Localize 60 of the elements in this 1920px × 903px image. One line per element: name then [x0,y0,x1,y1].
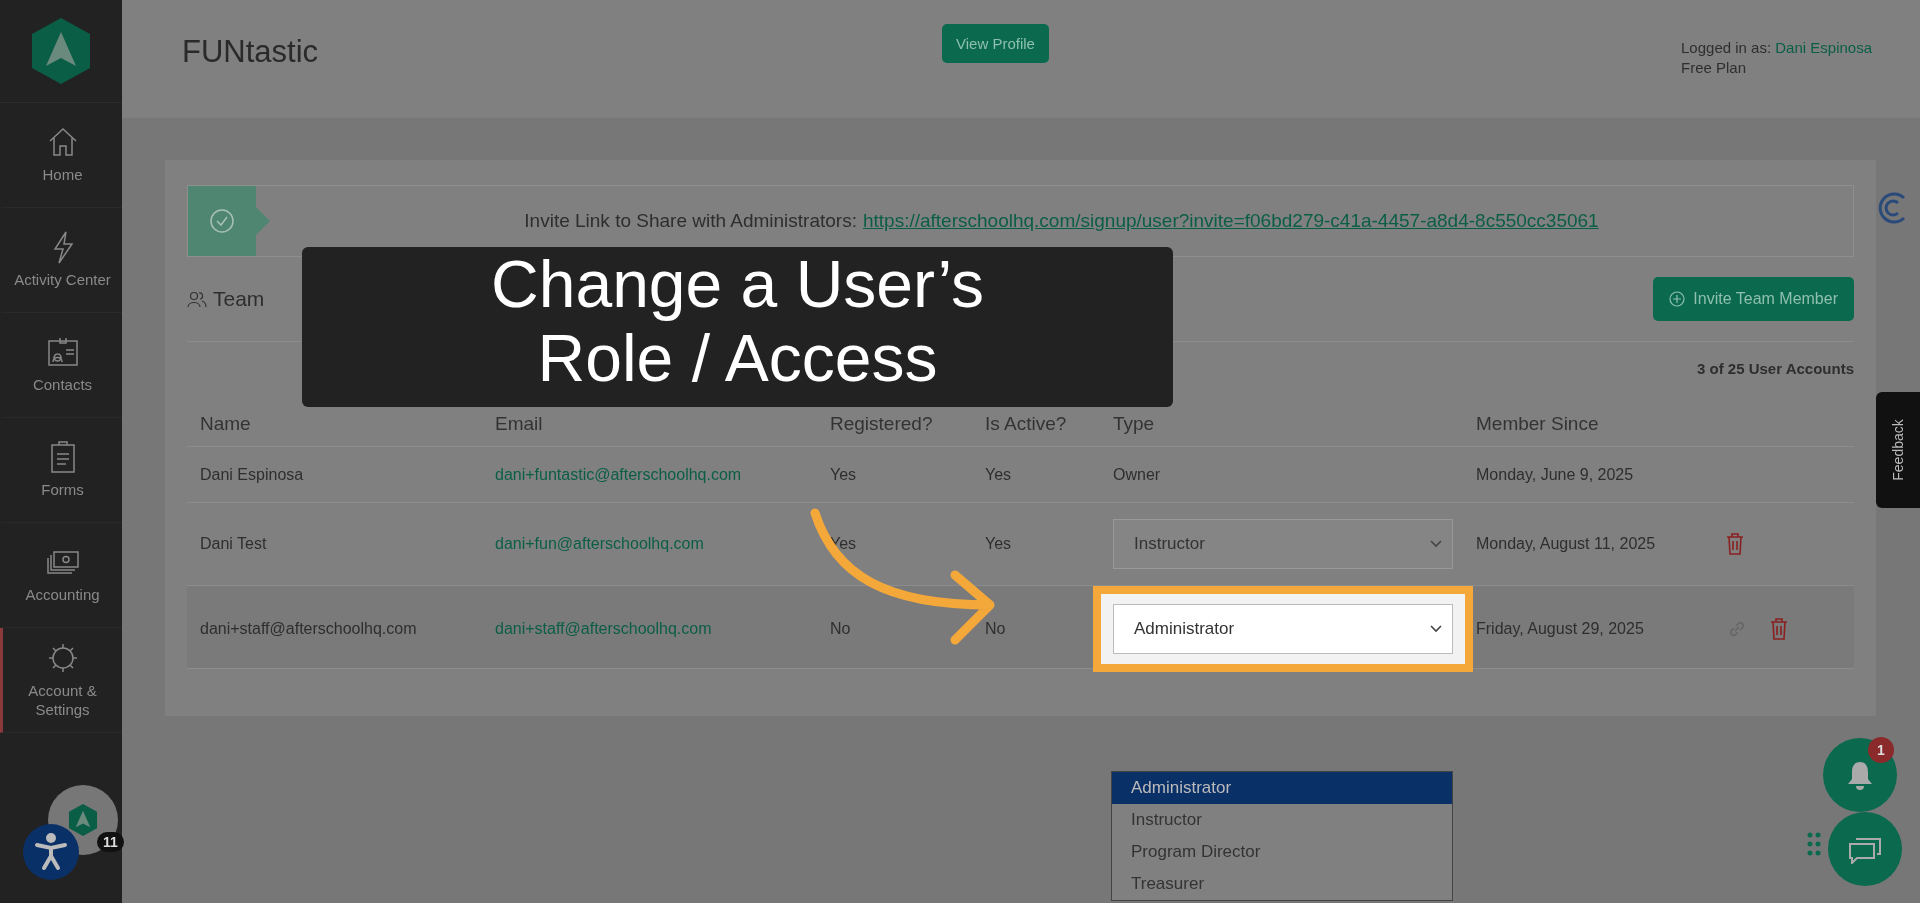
tutorial-title: Change a User’s Role / Access [302,247,1173,407]
invite-label: Invite Link to Share with Administrators: [524,210,857,231]
logo-icon [68,803,98,837]
table-cell-text: Dani Espinosa [200,465,305,484]
drag-handle-icon[interactable] [1807,832,1821,856]
column-header: Name [200,412,252,435]
user-account-count: 3 of 25 User Accounts [1697,360,1854,377]
table-cell: Owner [1113,465,1161,483]
column-header: Member Since [1476,412,1600,435]
column-header: Type [1113,412,1156,435]
caret-icon [1430,625,1442,633]
accessibility-icon [34,833,68,871]
notification-badge: 1 [1868,737,1894,763]
invite-link[interactable]: https://afterschoolhq.com/signup/user?invite=f06bd279-c41a-4457-a8d4-8c550cc35061 [862,210,1599,231]
email-link[interactable]: dani+fun@afterschoolhq.com [495,535,830,553]
view-profile-button[interactable]: View Profile [942,24,1049,63]
table-cell-text: Monday, August 11, 2025 [1476,535,1657,553]
logo-icon[interactable] [30,16,92,86]
email-link[interactable]: dani+staff@afterschoolhq.com [495,620,830,638]
table-cell-text: Monday, June 9, 2025 [1476,465,1635,484]
notifications-button[interactable] [1823,738,1897,812]
sidebar-item[interactable]: Accounting [0,523,122,628]
sidebar-item[interactable]: Account & Settings [0,628,122,733]
invite-team-member-button[interactable]: Invite Team Member [1653,277,1854,321]
sidebar-item[interactable]: Activity Center [0,208,122,313]
table-cell-text: No [830,620,852,638]
sidebar-item[interactable]: Contacts [0,313,122,418]
dropdown-option[interactable]: Program Director [1112,836,1452,868]
team-heading: Team [213,287,265,311]
logged-in-label: Logged in as: [1681,39,1772,56]
people-icon [187,290,207,308]
table-cell-text: Friday, August 29, 2025 [1476,620,1645,638]
plus-circle-icon [1669,291,1686,307]
column-header: Email [495,412,544,435]
type-select[interactable]: Instructor [1113,519,1453,569]
trash-icon[interactable] [1726,533,1744,555]
bell-icon [1846,760,1874,790]
feedback-tab[interactable]: Feedback [1876,392,1920,508]
caret-icon [1430,540,1442,548]
sidebar-item[interactable]: Forms [0,418,122,523]
email-link[interactable]: dani+funtastic@afterschoolhq.com [495,465,830,484]
table-cell-text: Yes [830,465,858,484]
column-header: Is Active? [985,412,1068,435]
avatar-badge: 11 [97,832,124,852]
table-cell-text: No [985,620,1007,638]
sidebar-item[interactable]: Home [0,103,122,208]
dropdown-option[interactable]: Administrator [1112,772,1452,804]
type-select[interactable]: Administrator [1113,604,1453,654]
table-cell-text: Yes [985,465,1013,484]
dropdown-option[interactable]: Treasurer [1112,868,1452,900]
user-name-link[interactable]: Dani Espinosa [1775,39,1872,56]
table-cell-text: Yes [985,535,1013,553]
dropdown-option[interactable]: Instructor [1112,804,1452,836]
trash-icon[interactable] [1770,618,1788,640]
table-cell-text: dani+staff@afterschoolhq.com [200,620,418,638]
column-header: Registered? [830,412,934,435]
organization-name: FUNtastic [182,34,320,70]
table-cell-text: Dani Test [200,535,268,553]
plan-label: Free Plan [1681,58,1748,79]
check-circle-icon [210,209,234,233]
